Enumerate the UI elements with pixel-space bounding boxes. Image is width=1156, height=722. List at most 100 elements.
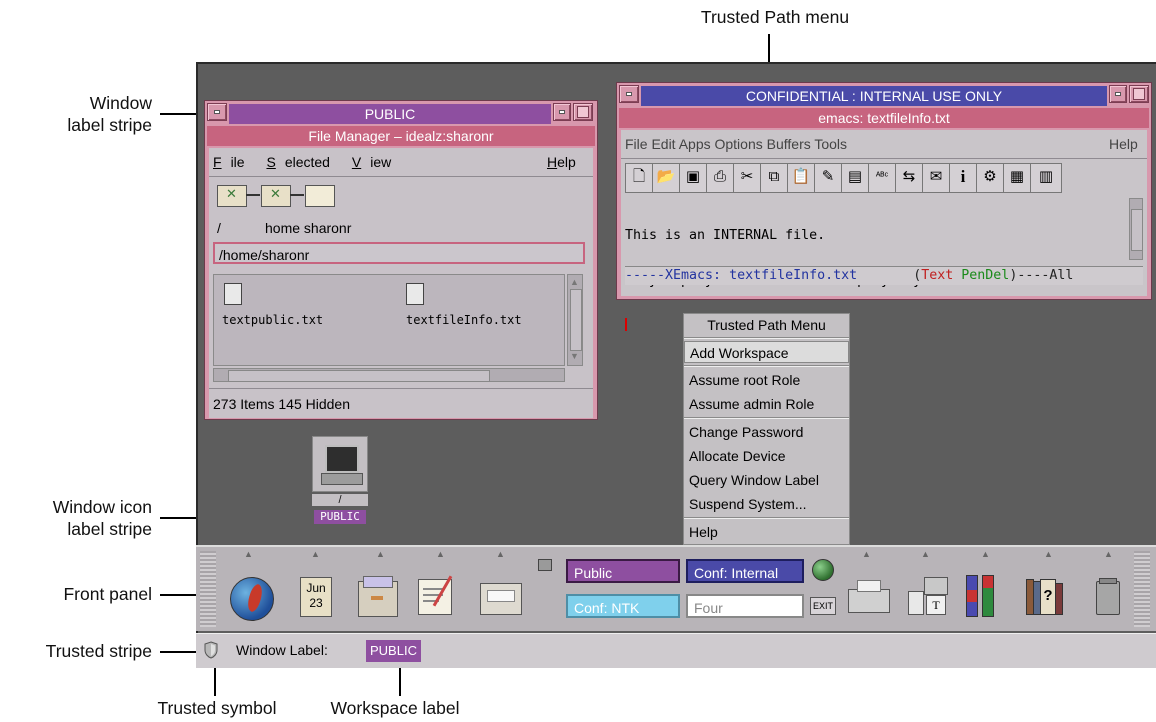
globe-icon[interactable] — [230, 577, 274, 621]
workspace-public-button[interactable]: Public — [566, 559, 680, 583]
help-manager-icon[interactable]: ? — [1026, 579, 1063, 615]
subpanel-arrow-icon[interactable]: ▲ — [1044, 549, 1053, 559]
trusted-path-menu: Trusted Path Menu Add Workspace Assume r… — [683, 313, 850, 545]
copy-icon[interactable]: ⧉ — [760, 163, 788, 193]
paste-icon[interactable]: 📋 — [787, 163, 815, 193]
mail-icon[interactable]: ✉ — [922, 163, 950, 193]
spell-icon[interactable]: ᴬᴮᶜ — [868, 163, 896, 193]
subpanel-arrow-icon[interactable]: ▲ — [436, 549, 445, 559]
callout-text: label stripe — [67, 115, 152, 135]
edit-icon[interactable]: ✎ — [814, 163, 842, 193]
info-icon[interactable]: i — [949, 163, 977, 193]
window-title[interactable]: File Manager – idealz:sharonr — [207, 126, 595, 146]
cut-icon[interactable]: ✂ — [733, 163, 761, 193]
new-file-icon[interactable]: 🗋 — [625, 163, 653, 193]
file-list-pane[interactable]: textpublic.txt textfileInfo.txt — [213, 274, 565, 366]
save-icon[interactable]: ▣ — [679, 163, 707, 193]
workspace-conf-ntk-button[interactable]: Conf: NTK — [566, 594, 680, 618]
subpanel-arrow-icon[interactable]: ▲ — [981, 549, 990, 559]
folder-icon[interactable] — [305, 185, 335, 207]
path-names: home sharonr — [265, 220, 352, 236]
file-manager-window: PUBLIC File Manager – idealz:sharonr Fil… — [204, 100, 598, 420]
performance-meter-icon[interactable] — [966, 575, 996, 617]
file-manager-icon[interactable] — [358, 576, 398, 617]
scroll-down-arrow-icon[interactable]: ▼ — [570, 351, 579, 361]
printer-icon[interactable] — [848, 580, 890, 613]
tp-menu-item-change-password[interactable]: Change Password — [684, 421, 849, 443]
tp-menu-item-allocate-device[interactable]: Allocate Device — [684, 445, 849, 467]
callout-line — [160, 651, 196, 653]
lock-icon[interactable] — [538, 559, 552, 571]
scroll-up-arrow-icon[interactable]: ▲ — [570, 277, 579, 287]
folder-icon[interactable]: ✕ — [261, 185, 291, 207]
compile-icon[interactable]: ▤ — [841, 163, 869, 193]
file-item[interactable]: textpublic.txt — [222, 313, 323, 327]
document-icon[interactable] — [406, 283, 424, 305]
x-mark-icon: ✕ — [226, 186, 237, 201]
maximize-button[interactable] — [573, 103, 593, 121]
subpanel-arrow-icon[interactable]: ▲ — [1104, 549, 1113, 559]
trusted-shield-icon — [204, 641, 218, 659]
file-item[interactable]: textfileInfo.txt — [406, 313, 522, 327]
trash-icon[interactable] — [1096, 578, 1120, 615]
minimize-button[interactable] — [1109, 85, 1127, 103]
subpanel-arrow-icon[interactable]: ▲ — [862, 549, 871, 559]
panel-handle-left[interactable] — [200, 551, 216, 627]
folder-icon[interactable]: ✕ — [217, 185, 247, 207]
style-manager-icon[interactable]: T — [908, 577, 948, 615]
path-field[interactable]: /home/sharonr — [213, 242, 585, 264]
modeline-buffer: -----XEmacs: textfileInfo.txt — [625, 268, 858, 283]
tp-menu-item-add-workspace[interactable]: Add Workspace — [684, 341, 849, 363]
news-icon[interactable]: ▦ — [1003, 163, 1031, 193]
editor-text-area[interactable]: This is an INTERNAL file. Only employees… — [625, 198, 1127, 331]
debug-icon[interactable]: ⚙ — [976, 163, 1004, 193]
tp-menu-item-query-window-label[interactable]: Query Window Label — [684, 469, 849, 491]
mail-icon[interactable] — [480, 583, 522, 615]
menu-help[interactable]: Help — [547, 154, 576, 170]
replace-icon[interactable]: ⇆ — [895, 163, 923, 193]
vertical-scrollbar[interactable]: ▲ ▼ — [567, 274, 583, 366]
subpanel-arrow-icon[interactable]: ▲ — [496, 549, 505, 559]
tp-menu-item-assume-root-role[interactable]: Assume root Role — [684, 369, 849, 391]
panel-handle-right[interactable] — [1134, 551, 1150, 627]
scroll-thumb[interactable] — [570, 289, 582, 351]
status-bar: 273 Items 145 Hidden — [213, 396, 350, 412]
horizontal-scrollbar[interactable] — [213, 368, 565, 382]
web-icon[interactable]: ▥ — [1030, 163, 1062, 193]
calendar-icon[interactable]: Jun 23 — [300, 577, 332, 617]
subpanel-arrow-icon[interactable]: ▲ — [244, 549, 253, 559]
callout-trusted-stripe: Trusted stripe — [45, 641, 152, 661]
callout-trusted-symbol: Trusted symbol — [157, 698, 277, 718]
subpanel-arrow-icon[interactable]: ▲ — [311, 549, 320, 559]
maximize-button[interactable] — [1129, 85, 1149, 103]
window-menu-button[interactable] — [207, 103, 227, 121]
menubar[interactable]: File Edit Apps Options Buffers Tools — [625, 136, 847, 152]
scroll-thumb[interactable] — [228, 370, 490, 382]
menu-file[interactable]: File — [213, 154, 254, 170]
tp-menu-item-assume-admin-role[interactable]: Assume admin Role — [684, 393, 849, 415]
scroll-thumb[interactable] — [1131, 209, 1143, 251]
exit-button[interactable]: EXIT — [810, 597, 836, 615]
front-panel: ▲ ▲ ▲ ▲ ▲ ▲ ▲ ▲ ▲ ▲ Jun 23 Public Conf: … — [196, 545, 1156, 631]
print-icon[interactable]: ⎙ — [706, 163, 734, 193]
open-file-icon[interactable]: 📂 — [652, 163, 680, 193]
tp-menu-item-help[interactable]: Help — [684, 521, 849, 543]
workspace-four-button[interactable]: Four — [686, 594, 804, 618]
callout-text: Window icon — [52, 497, 152, 517]
tp-menu-item-suspend-system[interactable]: Suspend System... — [684, 493, 849, 515]
window-label-text: Window Label: — [236, 642, 328, 658]
globe-small-icon[interactable] — [812, 559, 834, 581]
subpanel-arrow-icon[interactable]: ▲ — [921, 549, 930, 559]
workspace-conf-internal-button[interactable]: Conf: Internal — [686, 559, 804, 583]
menu-view[interactable]: View — [352, 154, 400, 170]
window-menu-button[interactable] — [619, 85, 639, 103]
minimize-button[interactable] — [553, 103, 571, 121]
menu-help[interactable]: Help — [1109, 136, 1138, 152]
desktop-window-icon[interactable]: / PUBLIC — [312, 436, 368, 526]
document-icon[interactable] — [224, 283, 242, 305]
window-title[interactable]: emacs: textfileInfo.txt — [619, 108, 1149, 128]
vertical-scrollbar[interactable] — [1129, 198, 1143, 260]
subpanel-arrow-icon[interactable]: ▲ — [376, 549, 385, 559]
menu-selected[interactable]: Selected — [266, 154, 339, 170]
text-editor-icon[interactable] — [418, 575, 453, 615]
